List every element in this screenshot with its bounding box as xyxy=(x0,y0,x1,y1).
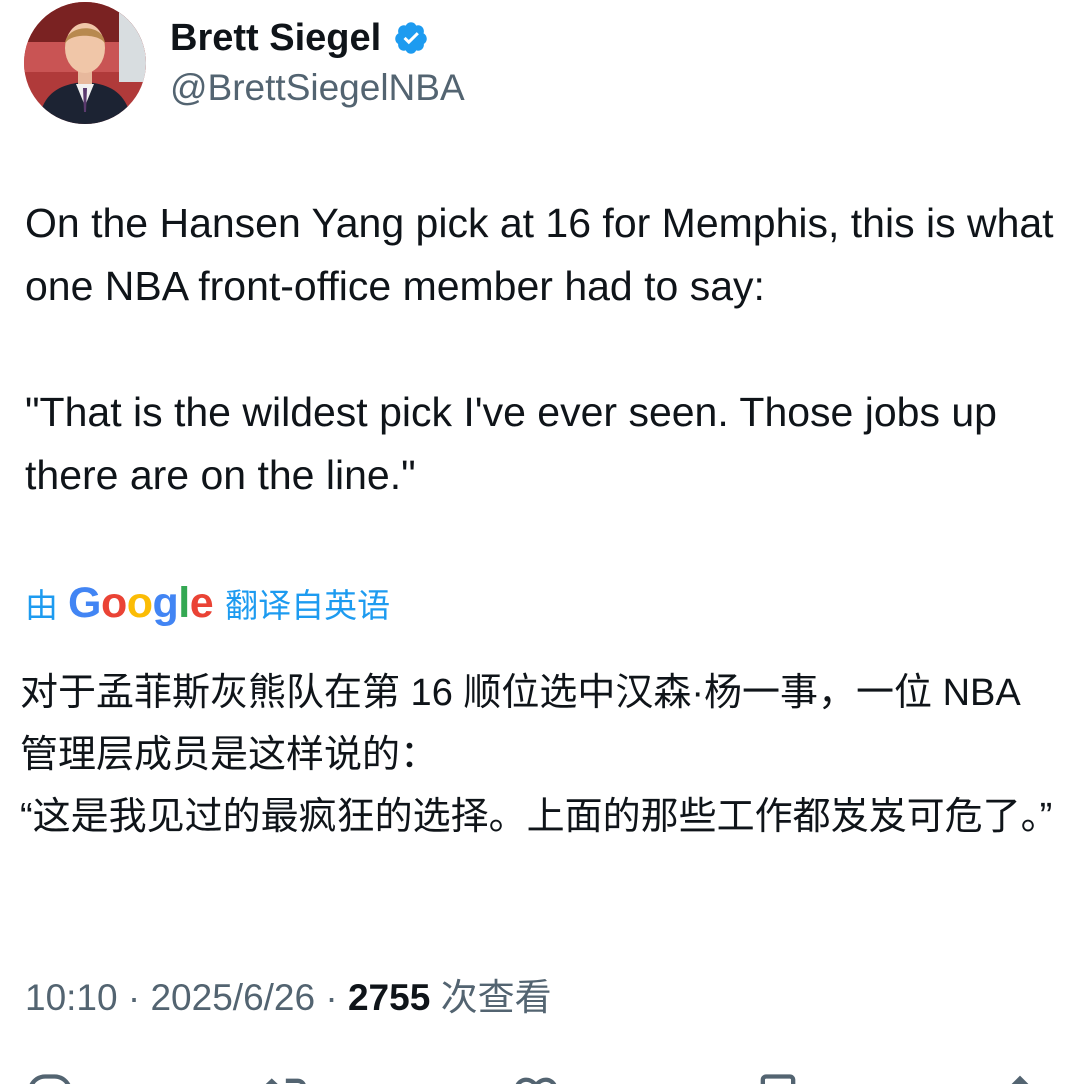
meta-separator: · xyxy=(325,977,338,1018)
translated-text: 对于孟菲斯灰熊队在第 16 顺位选中汉森·杨一事，一位 NBA 管理层成员是这样… xyxy=(20,672,1053,838)
tweet-date[interactable]: 2025/6/26 xyxy=(150,977,315,1018)
bookmark-button[interactable]: 2 xyxy=(752,1070,840,1084)
tweet-time[interactable]: 10:10 xyxy=(25,977,118,1018)
view-count: 2755 xyxy=(347,977,431,1018)
like-icon xyxy=(515,1077,557,1084)
translation-suffix: 翻译自英语 xyxy=(225,587,391,624)
google-logo-letter: e xyxy=(189,578,214,627)
google-logo-letter: l xyxy=(178,578,190,627)
author-name[interactable]: Brett Siegel xyxy=(170,14,381,62)
retweet-button[interactable]: 24 xyxy=(262,1070,368,1084)
reply-icon xyxy=(29,1074,71,1084)
author-name-row[interactable]: Brett Siegel xyxy=(170,14,429,62)
meta-separator: · xyxy=(127,977,141,1018)
like-button[interactable]: 123 xyxy=(510,1070,633,1084)
bookmark-icon xyxy=(760,1074,796,1084)
action-bar: 10 24 123 2 xyxy=(0,1060,1079,1084)
verified-badge-icon xyxy=(395,22,427,54)
retweet-icon xyxy=(265,1078,306,1084)
google-logo-letter: G xyxy=(68,578,101,627)
share-button[interactable] xyxy=(994,1070,1046,1084)
translation-prefix: 由 xyxy=(25,587,58,624)
avatar[interactable] xyxy=(24,2,146,124)
view-count-label: 次查看 xyxy=(440,977,552,1018)
google-logo: Google xyxy=(68,578,214,628)
google-logo-letter: o xyxy=(126,578,153,627)
share-icon xyxy=(1011,1075,1029,1084)
google-logo-letter: g xyxy=(152,578,179,627)
tweet-meta: 10:10 · 2025/6/26 · 2755 次查看 xyxy=(25,972,552,1024)
reply-button[interactable]: 10 xyxy=(24,1070,130,1084)
author-handle[interactable]: @BrettSiegelNBA xyxy=(170,64,465,112)
google-logo-letter: o xyxy=(100,578,127,627)
tweet-text: On the Hansen Yang pick at 16 for Memphi… xyxy=(25,200,1054,498)
translation-attribution-link[interactable]: 由 Google 翻译自英语 xyxy=(25,578,390,628)
profile-photo xyxy=(24,2,146,124)
